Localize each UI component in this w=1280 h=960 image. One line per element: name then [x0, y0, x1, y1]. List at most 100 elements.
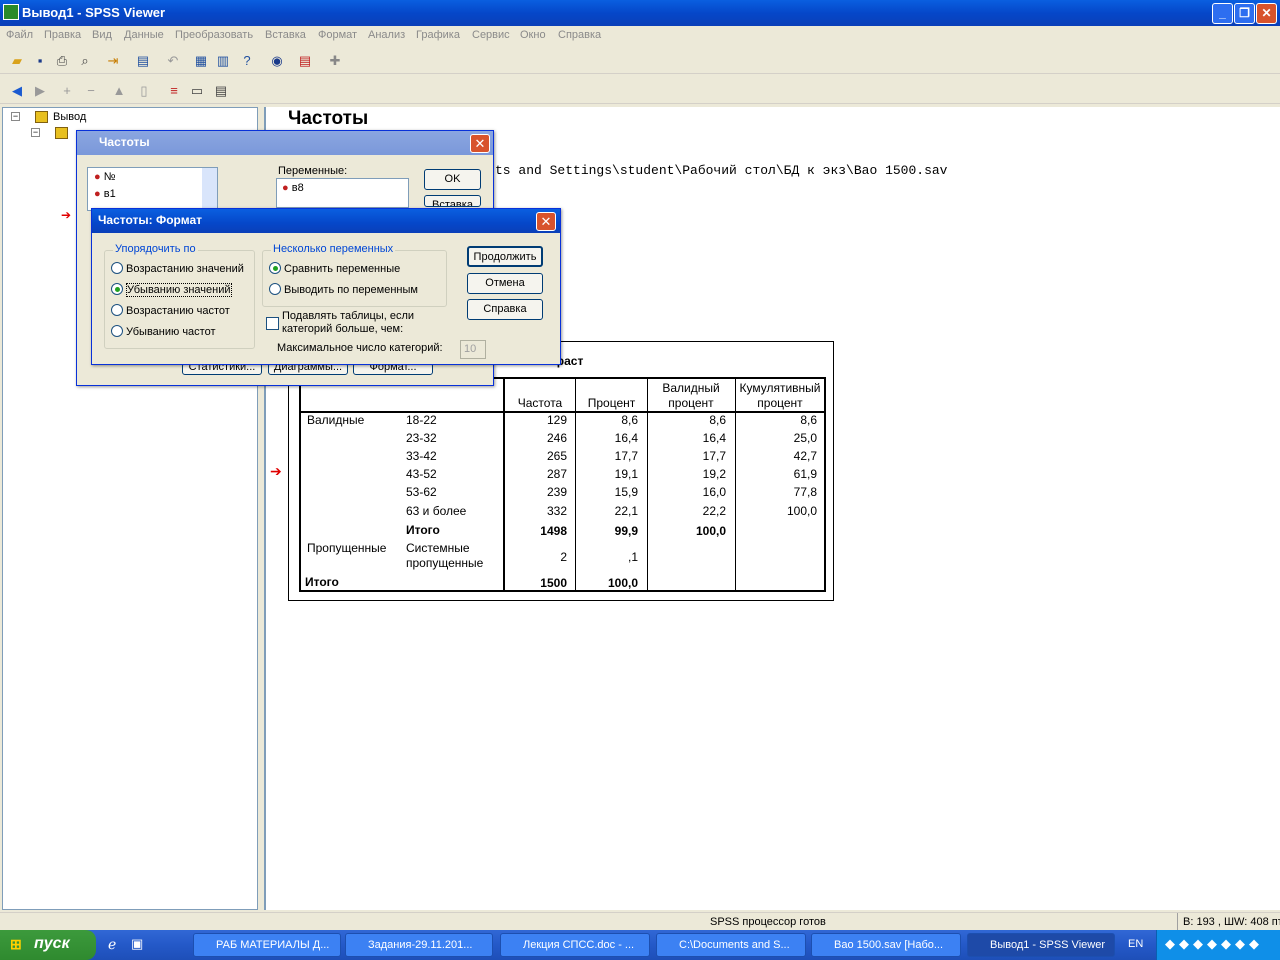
open-icon[interactable]: ▰	[8, 52, 26, 70]
demote-icon[interactable]: ▶	[31, 82, 49, 100]
add-icon[interactable]: ✚	[326, 52, 344, 70]
menu-analyze[interactable]: Анализ	[368, 29, 405, 41]
expand-icon[interactable]: +	[58, 82, 76, 100]
collapse-root-icon[interactable]: −	[11, 112, 20, 121]
variable-item[interactable]: ● в1	[94, 188, 116, 200]
row-frequency: 239	[546, 485, 567, 499]
task-spss-data[interactable]: Вао 1500.sav [Набо...	[811, 933, 961, 957]
variable-icon: ●	[282, 182, 289, 194]
menu-window[interactable]: Окно	[520, 29, 546, 41]
menu-help[interactable]: Справка	[558, 29, 601, 41]
toolbar-main: ▰ ▪ ⎙ ⌕ ⇥ ▤ ↶ ▦ ▥ ? ◉ ▤ ✚	[0, 48, 1280, 74]
menu-utilities[interactable]: Сервис	[472, 29, 510, 41]
task-word-3[interactable]: Лекция СПСС.doc - ...	[500, 933, 650, 957]
row-frequency: 246	[546, 431, 567, 445]
suppress-tables-checkbox[interactable]	[266, 317, 279, 330]
task-explorer[interactable]: C:\Documents and S...	[656, 933, 806, 957]
tray-icons[interactable]: ◆◆◆◆◆◆◆	[1165, 936, 1263, 952]
promote-icon[interactable]: ◀	[8, 82, 26, 100]
total-pct: 100,0	[607, 576, 638, 590]
cancel-button[interactable]: Отмена	[467, 273, 543, 294]
maximize-button[interactable]: ❐	[1234, 3, 1255, 24]
row-valid-percent: 16,4	[702, 431, 726, 445]
book-icon	[55, 127, 68, 139]
max-categories-input[interactable]: 10	[460, 340, 486, 359]
menu-file[interactable]: Файл	[6, 29, 33, 41]
radio-ascending-values[interactable]: Возрастанию значений	[111, 262, 244, 275]
radio-compare-variables[interactable]: Сравнить переменные	[269, 262, 400, 275]
radio-organize-by-variables[interactable]: Выводить по переменным	[269, 283, 418, 296]
ie-icon[interactable]: ℯ	[108, 936, 116, 953]
row-valid-percent: 8,6	[709, 413, 726, 427]
paste-button[interactable]: Вставка	[424, 195, 481, 207]
row-category: 18-22	[406, 413, 437, 427]
header-percent: Процент	[587, 396, 636, 410]
variable-item[interactable]: ● №	[94, 171, 116, 183]
print-icon[interactable]: ⎙	[53, 52, 71, 70]
row-valid-percent: 17,7	[702, 449, 726, 463]
task-word-1[interactable]: РАБ МАТЕРИАЛЫ Д...	[193, 933, 341, 957]
variables-icon[interactable]: ?	[238, 52, 256, 70]
insert-heading-icon[interactable]: ≡	[165, 82, 183, 100]
subtotal-label: Итого	[406, 523, 440, 537]
spss-app-icon	[3, 4, 19, 20]
missing-pct: ,1	[627, 550, 638, 564]
menu-transform[interactable]: Преобразовать	[175, 29, 253, 41]
format-close-button[interactable]: ✕	[536, 212, 556, 231]
menu-view[interactable]: Вид	[92, 29, 112, 41]
start-button[interactable]: ⊞ пуск	[0, 930, 96, 960]
collapse-node-icon[interactable]: −	[31, 128, 40, 137]
menu-insert[interactable]: Вставка	[265, 29, 306, 41]
variable-item[interactable]: ● в8	[282, 182, 304, 194]
close-button[interactable]: ✕	[1256, 3, 1277, 24]
collapse-icon[interactable]: −	[82, 82, 100, 100]
save-icon[interactable]: ▪	[31, 52, 49, 70]
hide-icon[interactable]: ▯	[135, 82, 153, 100]
total-freq: 1500	[540, 576, 567, 590]
row-valid-percent: 19,2	[702, 467, 726, 481]
missing-category: Системные пропущенные	[406, 541, 484, 570]
radio-descending-counts[interactable]: Убыванию частот	[111, 325, 216, 338]
ok-button[interactable]: OK	[424, 169, 481, 190]
output-heading[interactable]: Частоты	[288, 108, 368, 130]
menu-format[interactable]: Формат	[318, 29, 357, 41]
format-dialog-title: Частоты: Формат	[98, 213, 202, 227]
frequencies-close-button[interactable]: ✕	[470, 134, 490, 153]
tree-root-label[interactable]: Вывод	[53, 111, 86, 123]
insert-title-icon[interactable]: ▭	[188, 82, 206, 100]
menu-edit[interactable]: Правка	[44, 29, 81, 41]
current-output-arrow-icon: ➔	[270, 463, 282, 479]
dialog-recall-icon[interactable]: ▤	[134, 52, 152, 70]
output-file-path: ts and Settings\student\Рабочий стол\БД …	[495, 163, 948, 178]
print-preview-icon[interactable]: ⌕	[76, 52, 94, 70]
continue-button[interactable]: Продолжить	[467, 246, 543, 267]
task-word-2[interactable]: Задания-29.11.201...	[345, 933, 493, 957]
source-variable-list[interactable]: ● № ● в1	[87, 167, 218, 211]
row-cumulative-percent: 61,9	[793, 467, 817, 481]
undo-icon[interactable]: ↶	[164, 52, 182, 70]
list-scrollbar[interactable]	[202, 168, 217, 210]
minimize-button[interactable]: _	[1212, 3, 1233, 24]
export-icon[interactable]: ⇥	[104, 52, 122, 70]
insert-text-icon[interactable]: ▤	[212, 82, 230, 100]
language-indicator[interactable]: EN	[1128, 938, 1143, 950]
row-valid-percent: 22,2	[702, 504, 726, 518]
task-spss-viewer[interactable]: Вывод1 - SPSS Viewer	[967, 933, 1115, 957]
system-tray: ◆◆◆◆◆◆◆	[1156, 930, 1280, 960]
show-icon[interactable]: ▲	[110, 82, 128, 100]
goto-case-icon[interactable]: ▥	[214, 52, 232, 70]
desktop-icon[interactable]: ▣	[131, 936, 143, 952]
radio-descending-values[interactable]: Убыванию значений	[111, 283, 232, 297]
variable-icon: ●	[94, 188, 101, 200]
row-percent: 19,1	[614, 467, 638, 481]
help-button[interactable]: Справка	[467, 299, 543, 320]
row-category: 33-42	[406, 449, 437, 463]
menu-data[interactable]: Данные	[124, 29, 164, 41]
radio-ascending-counts[interactable]: Возрастанию частот	[111, 304, 230, 317]
designate-window-icon[interactable]: ◉	[268, 52, 286, 70]
select-output-icon[interactable]: ▤	[296, 52, 314, 70]
row-percent: 15,9	[614, 485, 638, 499]
goto-data-icon[interactable]: ▦	[192, 52, 210, 70]
menu-graphs[interactable]: Графика	[416, 29, 460, 41]
selected-variable-list[interactable]: ● в8	[276, 178, 409, 208]
